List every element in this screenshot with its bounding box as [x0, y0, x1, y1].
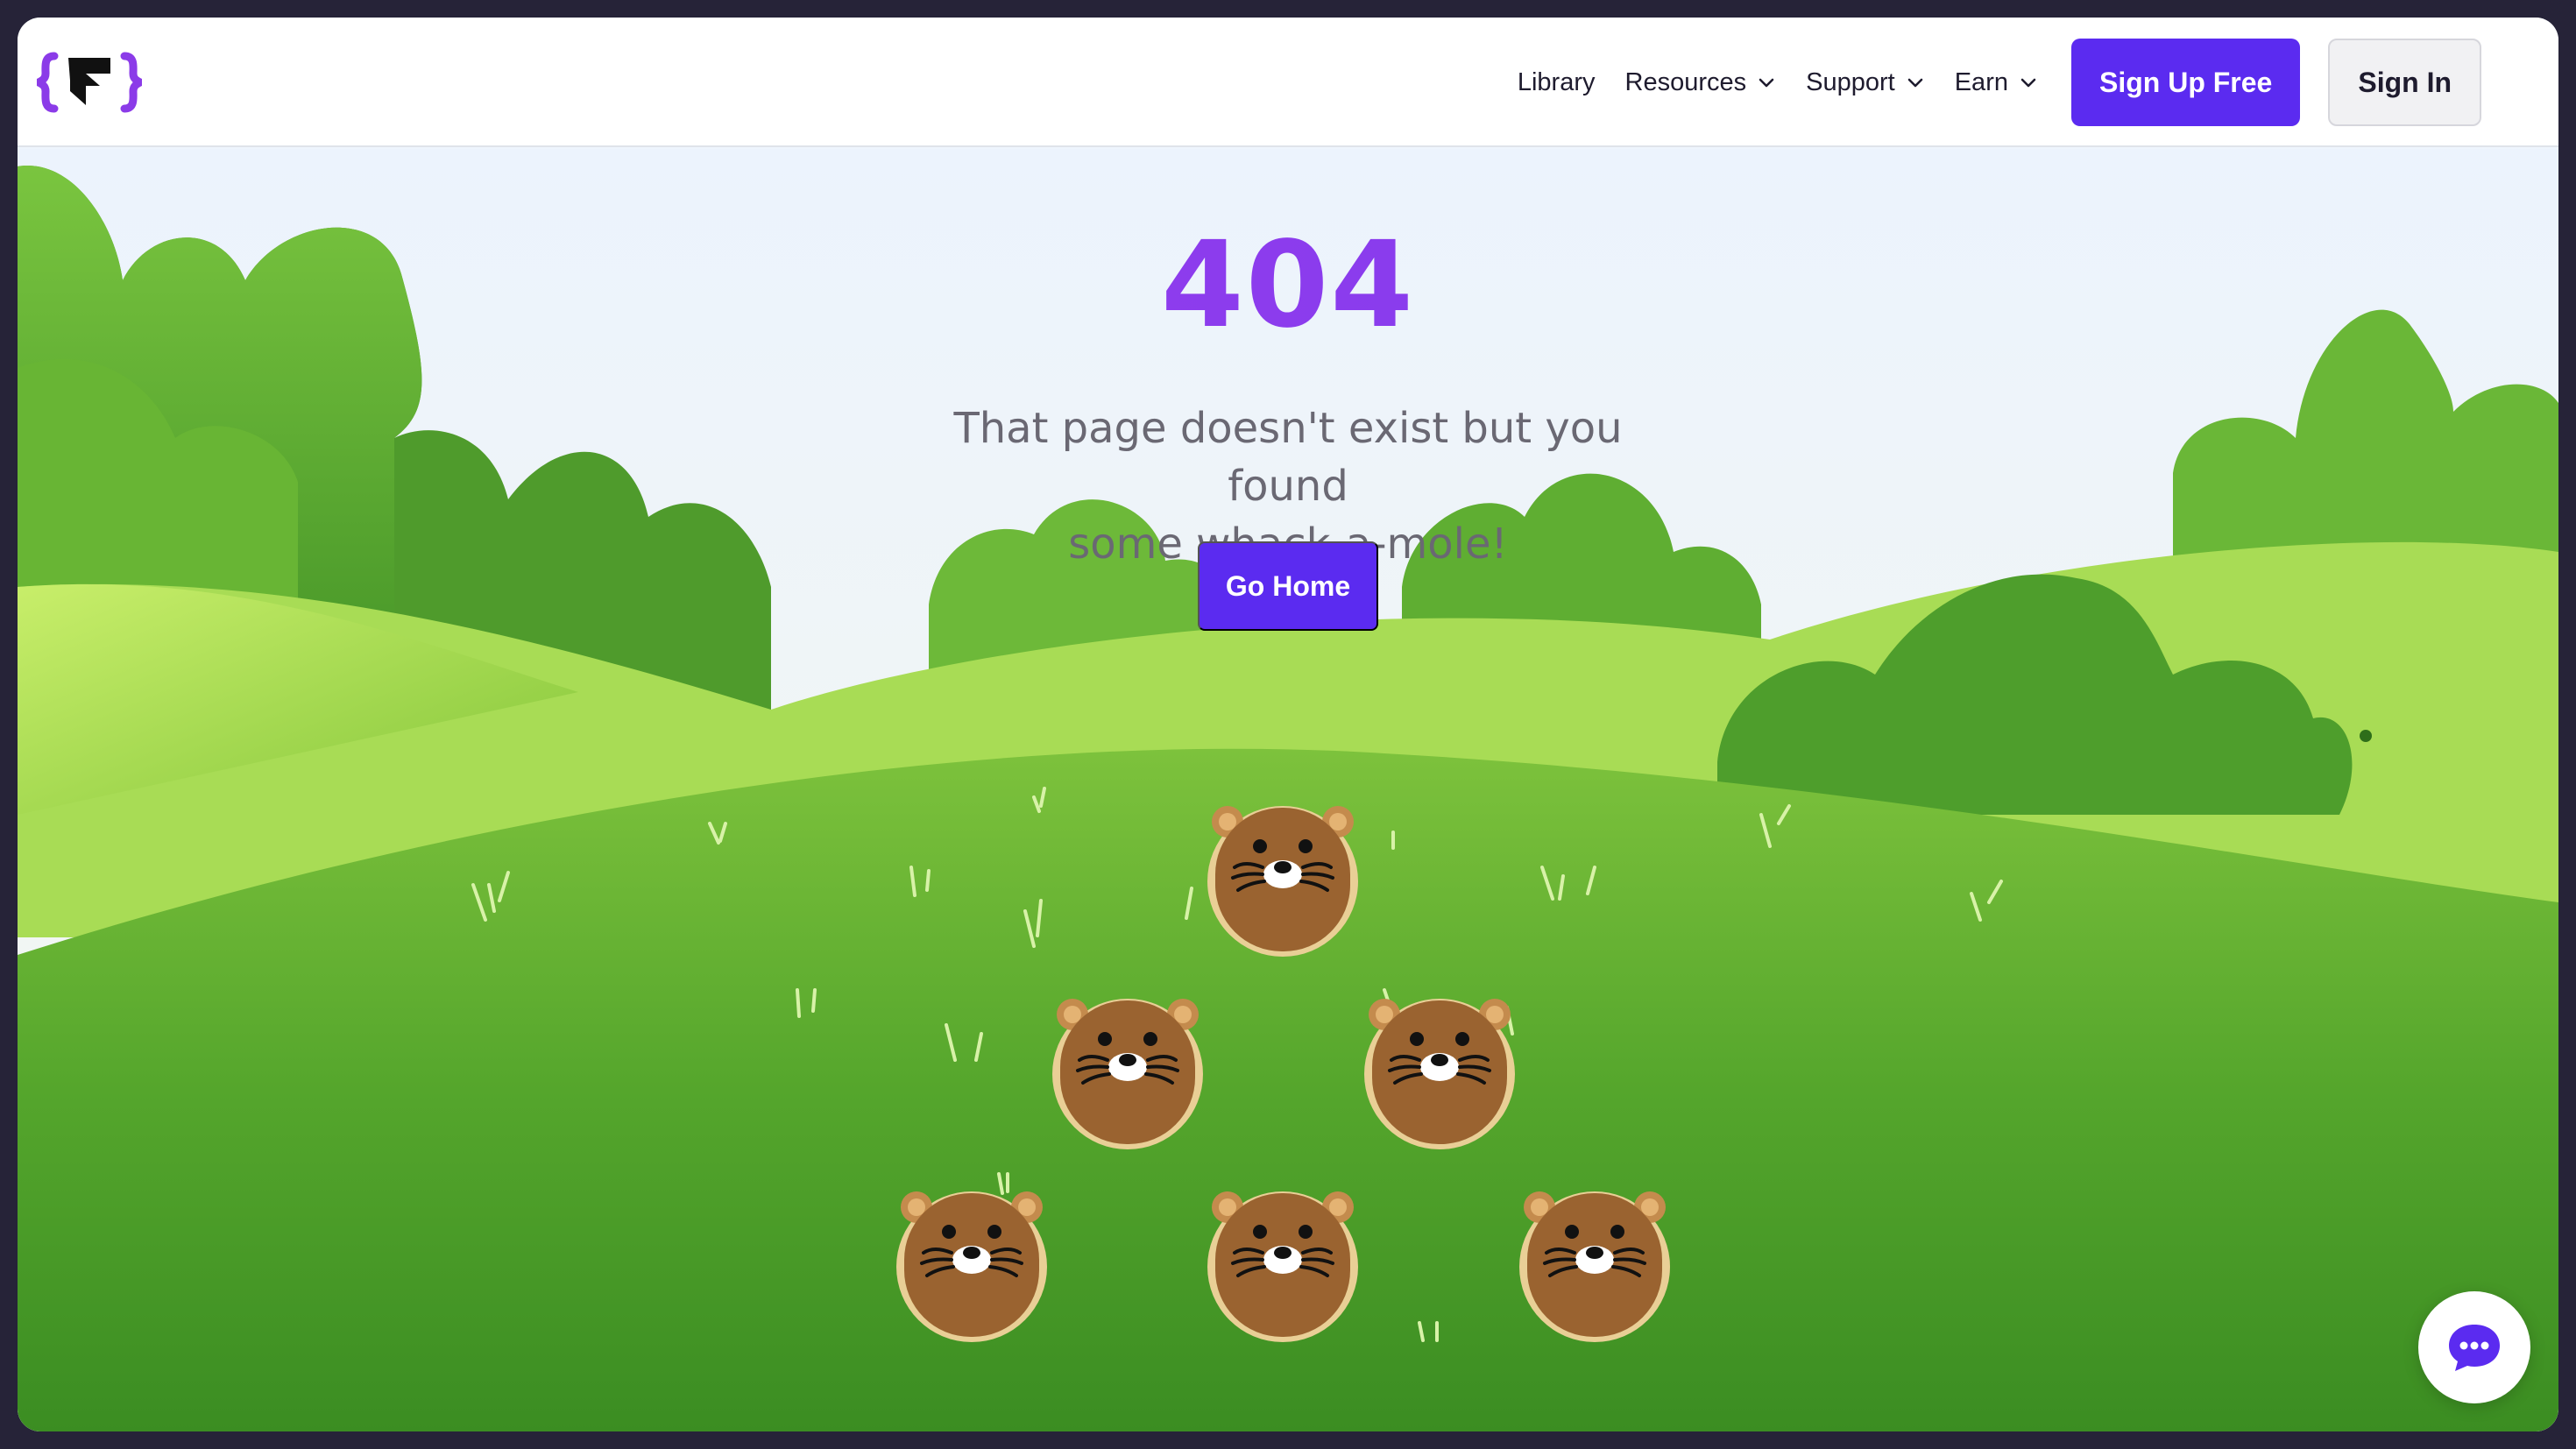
mole-icon — [1519, 1191, 1670, 1342]
chat-widget-button[interactable] — [2418, 1291, 2530, 1403]
nav-support[interactable]: Support — [1806, 68, 1925, 97]
browser-window: Library Resources Support Earn Sign Up F… — [18, 18, 2558, 1431]
error-message-line-1: That page doesn't exist but you found — [953, 404, 1623, 511]
mole-icon — [896, 1191, 1047, 1342]
mole-hole-1[interactable] — [1203, 797, 1362, 957]
mole-hole-6[interactable] — [1515, 1183, 1674, 1342]
mole-hole-4[interactable] — [892, 1183, 1051, 1342]
nav-library[interactable]: Library — [1518, 68, 1596, 97]
nav-earn-label: Earn — [1954, 67, 2008, 96]
chevron-down-icon — [1759, 78, 1774, 88]
mole-icon — [1052, 999, 1203, 1149]
chevron-down-icon — [1907, 78, 1923, 88]
mole-icon — [1364, 999, 1515, 1149]
sign-up-button[interactable]: Sign Up Free — [2070, 39, 2301, 126]
go-home-button[interactable]: Go Home — [1198, 541, 1378, 631]
error-hero: 404 That page doesn't exist but you foun… — [18, 226, 2558, 573]
brand-logo-icon[interactable] — [37, 51, 142, 114]
nav-library-label: Library — [1517, 67, 1596, 96]
nav-support-label: Support — [1806, 67, 1895, 96]
mole-hole-2[interactable] — [1048, 990, 1207, 1149]
error-code: 404 — [18, 226, 2558, 345]
chevron-down-icon — [2020, 78, 2036, 88]
mole-icon — [1207, 806, 1358, 957]
nav-resources[interactable]: Resources — [1625, 68, 1777, 97]
mole-hole-3[interactable] — [1360, 990, 1519, 1149]
chat-bubble-icon — [2449, 1325, 2500, 1371]
nav-resources-label: Resources — [1624, 67, 1747, 96]
mole-hole-5[interactable] — [1203, 1183, 1362, 1342]
nav-earn[interactable]: Earn — [1955, 68, 2038, 97]
top-navbar: Library Resources Support Earn Sign Up F… — [18, 18, 2558, 147]
mole-icon — [1207, 1191, 1358, 1342]
sign-in-button[interactable]: Sign In — [2328, 39, 2481, 126]
nav-links: Library Resources Support Earn Sign Up F… — [1518, 18, 2481, 147]
